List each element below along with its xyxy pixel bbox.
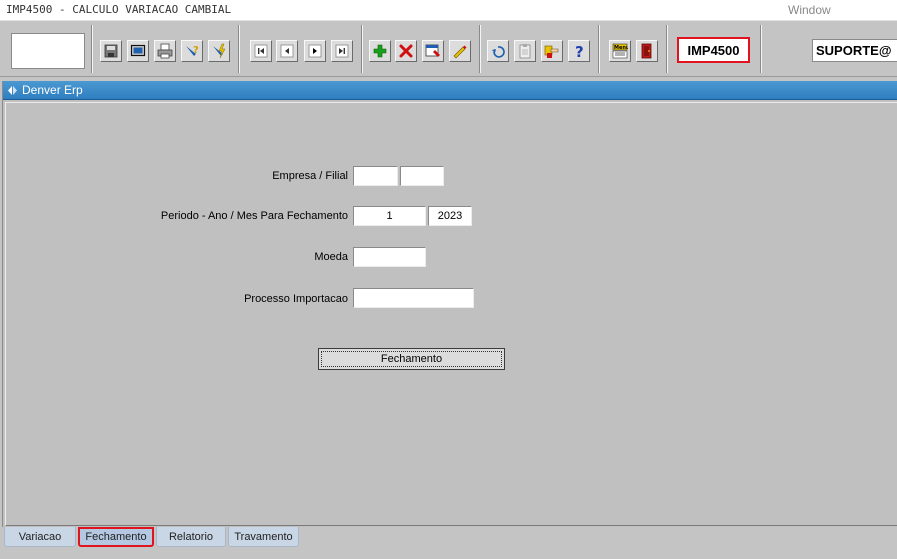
workspace: Denver Erp Empresa / Filial Periodo - An… (0, 77, 897, 559)
processo-importacao-field[interactable] (353, 288, 474, 308)
insert-record-button[interactable] (369, 40, 391, 62)
form-window-title-bar: Denver Erp (3, 81, 897, 100)
clipboard-icon (519, 44, 531, 59)
processo-importacao-label: Processo Importacao (244, 293, 348, 305)
exit-icon (641, 43, 652, 59)
form-code-box: IMP4500 (677, 37, 750, 63)
last-record-icon (335, 44, 349, 58)
query-button[interactable]: ? (181, 40, 203, 62)
tab-relatorio[interactable]: Relatorio (156, 527, 226, 547)
window-title-bar: IMP4500 - CALCULO VARIACAO CAMBIAL Windo… (0, 0, 897, 20)
previous-record-button[interactable] (276, 40, 298, 62)
moeda-field[interactable] (353, 247, 426, 267)
menu-button[interactable]: Menu (609, 40, 631, 62)
execute-query-button[interactable] (208, 40, 230, 62)
ano-field[interactable]: 2023 (428, 206, 472, 226)
toolbar-separator (361, 25, 363, 73)
delete-record-button[interactable] (395, 40, 417, 62)
delete-record-icon (399, 44, 413, 58)
moeda-label: Moeda (314, 251, 348, 263)
svg-text:?: ? (575, 43, 584, 59)
focus-ring (321, 351, 502, 367)
app-icon (8, 85, 17, 95)
toolbar-separator (760, 25, 762, 73)
logo-box (11, 33, 85, 69)
mes-field[interactable]: 1 (353, 206, 426, 226)
next-record-button[interactable] (304, 40, 326, 62)
tab-variacao[interactable]: Variacao (4, 527, 76, 547)
tab-fechamento[interactable]: Fechamento (78, 527, 154, 547)
previous-record-icon (280, 44, 294, 58)
fechamento-button[interactable]: Fechamento (318, 348, 505, 370)
form-window-title: Denver Erp (22, 83, 83, 97)
form-canvas: Empresa / Filial Periodo - Ano / Mes Par… (5, 102, 897, 526)
toolbar-separator (666, 25, 668, 73)
help-icon: ? (575, 43, 584, 59)
periodo-label: Periodo - Ano / Mes Para Fechamento (160, 210, 348, 222)
edit-icon (453, 45, 467, 59)
first-record-icon (254, 44, 268, 58)
menu-icon: Menu (612, 43, 628, 59)
list-values-icon (425, 44, 440, 57)
toolbar-separator (238, 25, 240, 73)
save-icon (104, 44, 118, 58)
user-field: SUPORTE@ (812, 39, 897, 62)
window-menu[interactable]: Window (788, 3, 831, 17)
undo-button[interactable] (487, 40, 509, 62)
tab-travamento[interactable]: Travamento (228, 527, 299, 547)
help-button[interactable]: ? (568, 40, 590, 62)
svg-text:?: ? (193, 45, 199, 56)
point-hand-icon (544, 45, 559, 58)
svg-text:Menu: Menu (614, 45, 628, 51)
window-title: IMP4500 - CALCULO VARIACAO CAMBIAL (6, 3, 232, 16)
first-record-button[interactable] (250, 40, 272, 62)
edit-button[interactable] (449, 40, 471, 62)
insert-record-icon (373, 44, 387, 58)
print-button[interactable] (154, 40, 176, 62)
undo-icon (492, 46, 505, 58)
toolbar-separator (91, 25, 93, 73)
window-icon (130, 44, 146, 57)
last-record-button[interactable] (331, 40, 353, 62)
empresa-filial-label: Empresa / Filial (272, 170, 348, 182)
empresa-field[interactable] (353, 166, 398, 186)
list-values-button[interactable] (422, 40, 444, 62)
window-button[interactable] (127, 40, 149, 62)
toolbar: ? ? Menu IMP4500 SUPORTE@ (0, 20, 897, 77)
print-icon (157, 43, 173, 59)
save-button[interactable] (100, 40, 122, 62)
query-icon: ? (186, 45, 199, 56)
execute-query-icon (213, 43, 226, 59)
exit-button[interactable] (636, 40, 658, 62)
point-hand-button[interactable] (541, 40, 563, 62)
form-window: Denver Erp Empresa / Filial Periodo - An… (2, 81, 897, 527)
toolbar-separator (598, 25, 600, 73)
clipboard-button[interactable] (514, 40, 536, 62)
toolbar-separator (479, 25, 481, 73)
filial-field[interactable] (400, 166, 444, 186)
next-record-icon (308, 44, 322, 58)
